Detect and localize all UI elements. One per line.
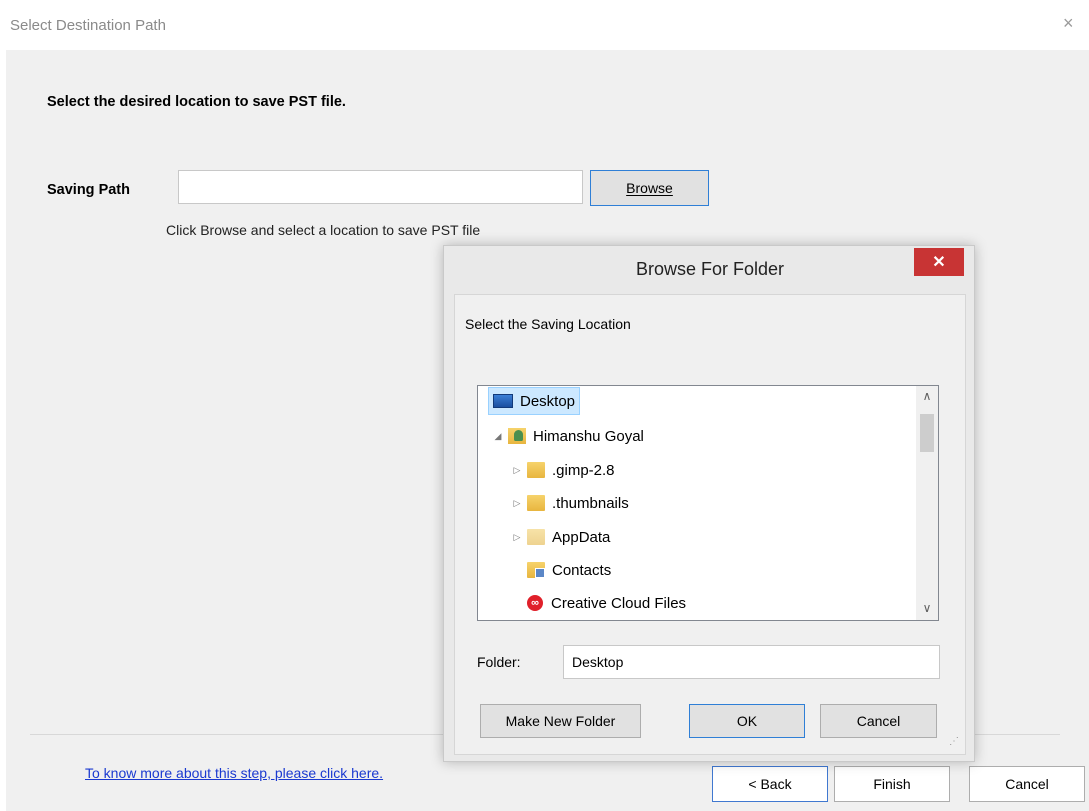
tree-item-label: AppData [552,528,611,546]
tree-item-label: .thumbnails [552,494,629,512]
tree-item-himanshu-goyal[interactable]: ◢ Himanshu Goyal [492,422,644,450]
dialog-cancel-button[interactable]: Cancel [820,704,937,738]
folder-label: Folder: [477,654,521,670]
saving-path-label: Saving Path [47,182,130,198]
tree-item-label: Himanshu Goyal [533,427,644,445]
resize-grip-icon[interactable]: ⋰ [949,736,959,747]
scroll-thumb[interactable] [920,414,934,452]
cancel-button[interactable]: Cancel [969,766,1085,802]
tree-item-label: .gimp-2.8 [552,461,615,479]
collapse-arrow-icon[interactable]: ◢ [492,431,504,442]
dialog-prompt: Select the Saving Location [465,316,631,332]
tree-item-label: Desktop [520,392,576,410]
tree-item-appdata[interactable]: ▷ AppData [511,523,611,551]
desktop-icon [493,394,513,408]
tree-scrollbar[interactable]: ∧ ∨ [916,386,938,620]
tree-item-contacts[interactable]: Contacts [527,556,611,584]
browse-button-label: Browse [626,180,673,196]
browse-hint: Click Browse and select a location to sa… [166,222,481,238]
scroll-up-icon[interactable]: ∧ [916,386,938,406]
folder-icon [527,529,545,545]
saving-path-input[interactable] [178,170,583,204]
tree-item-creative-cloud[interactable]: ∞ Creative Cloud Files [527,589,686,617]
tree-item-label: Contacts [552,561,612,579]
expand-arrow-icon[interactable]: ▷ [511,532,523,543]
dialog-title: Browse For Folder [635,259,785,279]
folder-input[interactable] [563,645,940,679]
tree-item-thumbnails[interactable]: ▷ .thumbnails [511,489,629,517]
tree-item-label: Creative Cloud Files [551,594,687,612]
dialog-close-icon[interactable]: ✕ [914,248,964,276]
back-button[interactable]: < Back [712,766,828,802]
close-icon[interactable]: × [1063,14,1074,32]
expand-arrow-icon[interactable]: ▷ [511,465,523,476]
folder-icon [527,462,545,478]
instruction-text: Select the desired location to save PST … [47,94,346,110]
creative-cloud-icon: ∞ [527,595,543,611]
contacts-folder-icon [527,562,545,578]
browse-folder-dialog: Browse For Folder ✕ Select the Saving Lo… [443,245,975,762]
tree-item-gimp[interactable]: ▷ .gimp-2.8 [511,456,615,484]
user-folder-icon [508,428,526,444]
folder-tree[interactable]: Desktop ◢ Himanshu Goyal ▷ .gimp-2.8 ▷ .… [477,385,939,621]
ok-button[interactable]: OK [689,704,805,738]
window-title: Select Destination Path [10,17,166,34]
tree-item-desktop[interactable]: Desktop [488,387,581,415]
tree-item-selection: Desktop [488,387,581,415]
scroll-down-icon[interactable]: ∨ [916,598,938,618]
folder-icon [527,495,545,511]
finish-button[interactable]: Finish [834,766,950,802]
make-new-folder-button[interactable]: Make New Folder [480,704,641,738]
help-link[interactable]: To know more about this step, please cli… [85,765,383,781]
window-left-border [0,50,6,811]
browse-button[interactable]: Browse [590,170,709,206]
expand-arrow-icon[interactable]: ▷ [511,498,523,509]
